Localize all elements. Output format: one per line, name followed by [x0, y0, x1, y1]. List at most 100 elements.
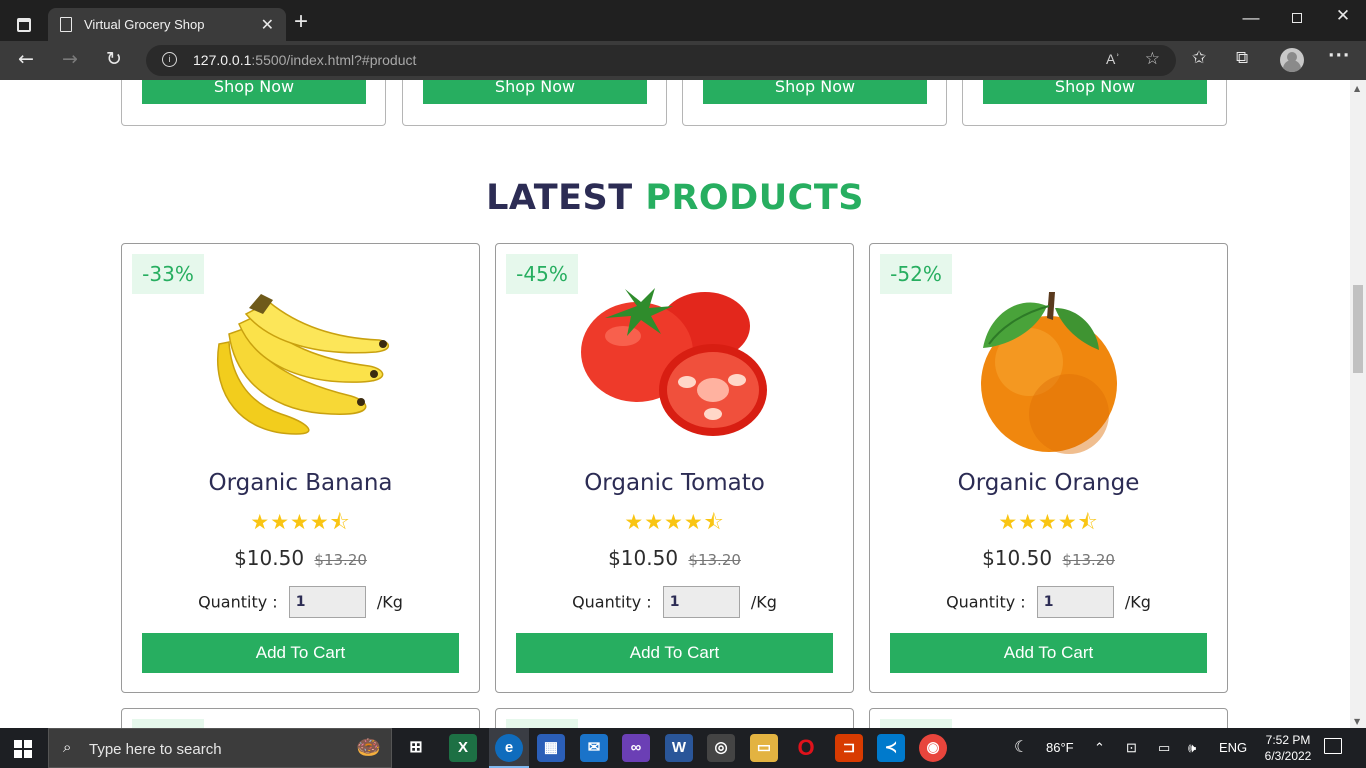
product-name: Organic Banana — [208, 470, 393, 496]
volume-icon[interactable]: 🕪 — [1188, 740, 1196, 756]
current-price: $10.50 — [608, 546, 679, 570]
close-window-button[interactable]: ✕ — [1320, 6, 1366, 26]
clock[interactable]: 7:52 PM 6/3/2022 — [1258, 732, 1318, 764]
scroll-up-icon[interactable]: ▲ — [1354, 84, 1360, 93]
star-rating-icon: ★★★★⯪ — [624, 510, 725, 534]
language-indicator[interactable]: ENG — [1219, 740, 1247, 755]
discount-badge: -52% — [880, 254, 952, 294]
quantity-label: Quantity : — [946, 592, 1026, 612]
product-card-partial — [495, 708, 854, 728]
address-toolbar: ← → ↻ i 127.0.0.1:5500/index.html?#produ… — [0, 41, 1366, 80]
page-scrollbar[interactable]: ▲ ▼ — [1350, 80, 1366, 728]
star-rating-icon: ★★★★⯪ — [998, 510, 1099, 534]
quantity-row: Quantity : /Kg — [870, 586, 1227, 618]
tab-close-icon[interactable]: ✕ — [261, 15, 274, 35]
product-card-orange: -52% Organic Orange ★★★★⯪ $10.50 $13.20 … — [869, 243, 1228, 693]
visual-studio-icon[interactable]: ∞ — [622, 734, 650, 762]
product-card-banana: -33% Organic Banana ★★★★⯪ $10.50 $13.20 … — [121, 243, 480, 693]
url-text[interactable]: 127.0.0.1:5500/index.html?#product — [193, 52, 416, 68]
opera-icon[interactable]: O — [792, 734, 820, 762]
maximize-button[interactable] — [1274, 6, 1320, 28]
old-price: $13.20 — [1062, 551, 1115, 569]
heading-products: PRODUCTS — [645, 178, 864, 218]
quantity-row: Quantity : /Kg — [496, 586, 853, 618]
shop-now-button[interactable]: Shop Now — [703, 80, 927, 104]
windows-taskbar: ⌕ Type here to search 🍩 ⊞ X e ▦ ✉ ∞ W ◎ … — [0, 728, 1366, 768]
unit-label: /Kg — [1124, 592, 1151, 612]
chrome-icon[interactable]: ◉ — [919, 734, 947, 762]
section-heading: LATEST PRODUCTS — [0, 178, 1350, 218]
clock-date: 6/3/2022 — [1264, 749, 1312, 763]
tomato-image — [581, 288, 767, 436]
quantity-input[interactable] — [1036, 586, 1114, 618]
page-icon — [60, 17, 72, 32]
store-icon[interactable]: ▦ — [537, 734, 565, 762]
quantity-row: Quantity : /Kg — [122, 586, 479, 618]
quantity-label: Quantity : — [572, 592, 652, 612]
mail-icon[interactable]: ✉ — [580, 734, 608, 762]
discount-badge — [506, 719, 578, 728]
current-price: $10.50 — [982, 546, 1053, 570]
shop-now-button[interactable]: Shop Now — [142, 80, 366, 104]
minimize-button[interactable]: — — [1228, 8, 1274, 28]
excel-icon[interactable]: X — [449, 734, 477, 762]
back-arrow-icon[interactable]: ← — [18, 48, 34, 70]
new-tab-button[interactable]: + — [294, 10, 308, 34]
product-card-partial — [869, 708, 1228, 728]
add-to-cart-button[interactable]: Add To Cart — [142, 633, 459, 673]
file-explorer-icon[interactable]: ▭ — [750, 734, 778, 762]
heading-latest: LATEST — [486, 178, 633, 218]
weather-temp[interactable]: 86°F — [1046, 740, 1074, 755]
reload-icon[interactable]: ↻ — [106, 48, 122, 70]
product-card-tomato: -45% Organic Tomato ★★★★⯪ $10.50 $13.20 … — [495, 243, 854, 693]
address-bar[interactable]: i 127.0.0.1:5500/index.html?#product Aʾ … — [146, 45, 1176, 76]
tab-title: Virtual Grocery Shop — [84, 17, 205, 32]
add-favorite-icon[interactable]: ☆ — [1145, 49, 1160, 69]
product-card-partial — [121, 708, 480, 728]
scroll-down-icon[interactable]: ▼ — [1354, 717, 1360, 726]
office-icon[interactable]: ⊐ — [835, 734, 863, 762]
quantity-input[interactable] — [662, 586, 740, 618]
price: $10.50 $13.20 — [122, 546, 479, 570]
obs-icon[interactable]: ◎ — [707, 734, 735, 762]
task-view-icon[interactable]: ⊞ — [402, 734, 430, 762]
quantity-label: Quantity : — [198, 592, 278, 612]
forward-arrow-icon[interactable]: → — [62, 48, 78, 70]
read-aloud-icon[interactable]: Aʾ — [1106, 51, 1120, 67]
shop-now-button[interactable]: Shop Now — [983, 80, 1207, 104]
edge-icon[interactable]: e — [495, 734, 523, 762]
vscode-icon[interactable]: ≺ — [877, 734, 905, 762]
add-to-cart-button[interactable]: Add To Cart — [516, 633, 833, 673]
windows-start-icon[interactable] — [14, 740, 32, 758]
discount-badge: -45% — [506, 254, 578, 294]
product-name: Organic Orange — [957, 470, 1140, 496]
word-icon[interactable]: W — [665, 734, 693, 762]
notification-center-icon[interactable] — [1324, 738, 1342, 754]
page-viewport: Shop Now Shop Now Shop Now Shop Now LATE… — [0, 80, 1350, 728]
profile-avatar[interactable] — [1280, 48, 1304, 72]
site-info-icon[interactable]: i — [162, 52, 177, 67]
category-card: Shop Now — [962, 80, 1227, 126]
unit-label: /Kg — [750, 592, 777, 612]
search-placeholder: Type here to search — [89, 741, 222, 758]
discount-badge — [880, 719, 952, 728]
battery-icon[interactable]: ▭ — [1158, 740, 1170, 756]
favorites-icon[interactable]: ✩ — [1192, 48, 1206, 68]
add-to-cart-button[interactable]: Add To Cart — [890, 633, 1207, 673]
orange-image — [981, 292, 1117, 454]
browser-tab[interactable]: Virtual Grocery Shop ✕ — [48, 8, 286, 41]
quantity-input[interactable] — [288, 586, 366, 618]
clock-time: 7:52 PM — [1265, 733, 1311, 747]
collections-icon[interactable]: ⧉ — [1236, 48, 1248, 68]
category-card: Shop Now — [402, 80, 667, 126]
meet-now-icon[interactable]: ⊡ — [1126, 740, 1137, 756]
shop-now-button[interactable]: Shop Now — [423, 80, 647, 104]
weather-icon[interactable]: ☾ — [1014, 737, 1028, 757]
tab-actions-menu-icon[interactable] — [10, 11, 38, 39]
scrollbar-thumb[interactable] — [1353, 285, 1363, 373]
taskbar-search[interactable]: ⌕ Type here to search 🍩 — [48, 728, 392, 768]
search-icon: ⌕ — [63, 738, 72, 756]
old-price: $13.20 — [688, 551, 741, 569]
more-options-icon[interactable]: ··· — [1328, 46, 1350, 66]
tray-expand-icon[interactable]: ⌃ — [1094, 740, 1105, 756]
